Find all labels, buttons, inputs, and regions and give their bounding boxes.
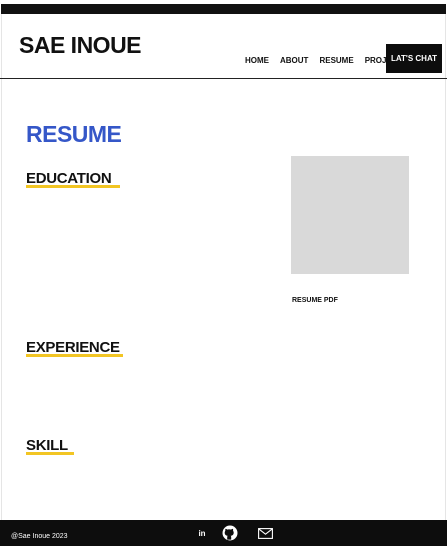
education-heading: EDUCATION — [26, 170, 120, 188]
main-nav: HOME ABOUT RESUME PROJECT — [245, 56, 402, 65]
mail-icon[interactable] — [257, 526, 273, 540]
site-footer: @Sae Inoue 2023 in — [0, 520, 447, 546]
skill-heading: SKILL — [26, 437, 74, 455]
resume-pdf-thumbnail[interactable] — [291, 156, 409, 274]
copyright-text: @Sae Inoue 2023 — [11, 533, 68, 540]
page-frame — [1, 4, 446, 546]
nav-resume[interactable]: RESUME — [319, 56, 353, 65]
github-icon[interactable] — [221, 525, 239, 541]
lets-chat-button[interactable]: LAT'S CHAT — [386, 44, 442, 73]
linkedin-icon[interactable]: in — [196, 526, 208, 540]
linkedin-icon-text: in — [198, 528, 206, 538]
brand-logo[interactable]: SAE INOUE — [19, 32, 142, 59]
page-title: RESUME — [26, 121, 122, 147]
nav-home[interactable]: HOME — [245, 56, 269, 65]
skill-heading-text: SKILL — [26, 437, 68, 454]
site-header: SAE INOUE HOME ABOUT RESUME PROJECT LAT'… — [0, 14, 447, 79]
top-strip — [1, 4, 446, 14]
nav-about[interactable]: ABOUT — [280, 56, 308, 65]
experience-heading-text: EXPERIENCE — [26, 339, 120, 356]
experience-heading: EXPERIENCE — [26, 339, 123, 357]
education-heading-text: EDUCATION — [26, 170, 112, 187]
resume-pdf-link[interactable]: RESUME PDF — [292, 297, 338, 304]
